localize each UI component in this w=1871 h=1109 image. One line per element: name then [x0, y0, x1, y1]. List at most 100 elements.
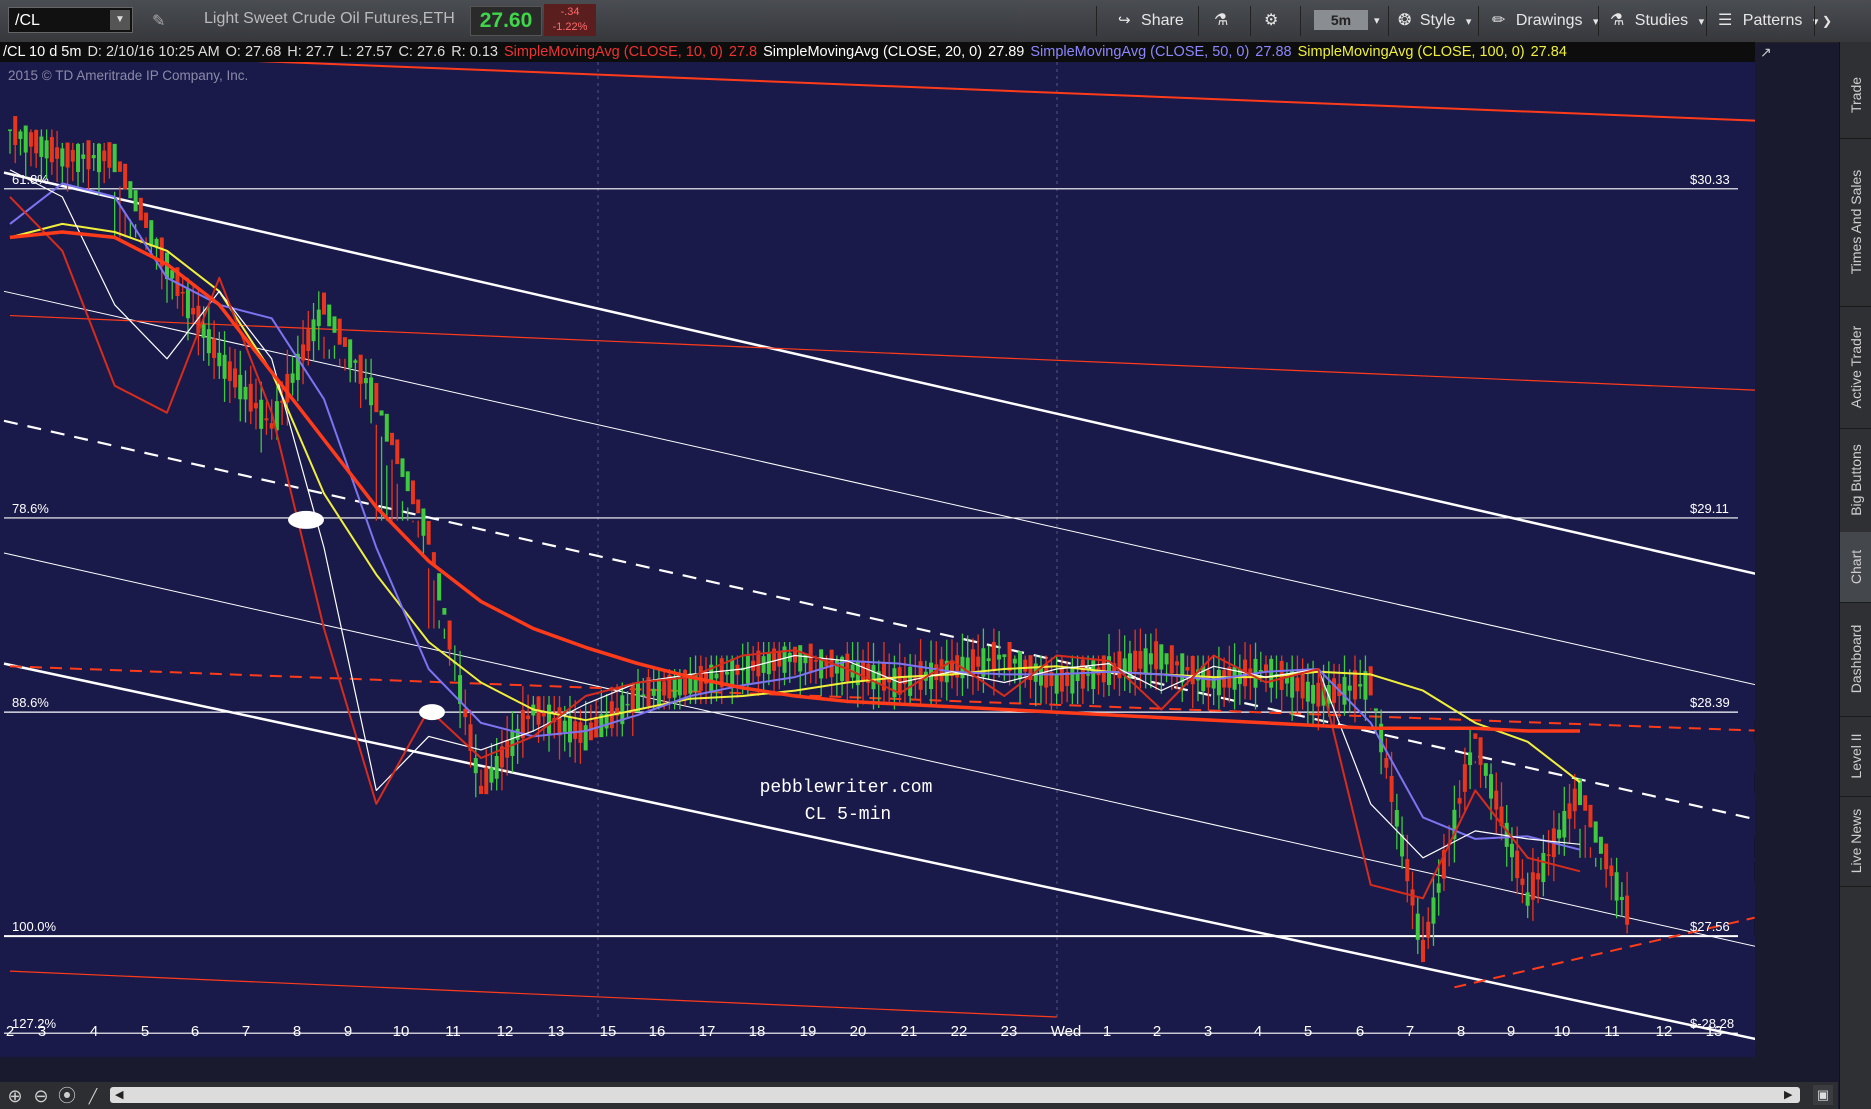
price-candle-body — [515, 728, 520, 740]
horizontal-scrollbar[interactable] — [110, 1087, 1800, 1103]
tab-times-and-sales[interactable]: Times And Sales — [1840, 138, 1871, 307]
drag-zoom-icon[interactable]: ╱ — [82, 1085, 104, 1107]
flask-icon[interactable]: ⚗ — [1214, 8, 1228, 34]
x-axis-tick-label: 8 — [293, 1023, 301, 1040]
style-label: Style — [1419, 12, 1456, 29]
price-candle-body — [1572, 788, 1577, 812]
style-button[interactable]: ❂ Style ▾ — [1398, 8, 1471, 34]
price-candle-body — [1588, 804, 1593, 828]
sma50-label[interactable]: SimpleMovingAvg (CLOSE, 50, 0) — [1027, 42, 1252, 62]
studies-button[interactable]: ⚗ Studies ▾ — [1610, 8, 1704, 34]
tab-trade[interactable]: Trade — [1840, 52, 1871, 139]
sma10-label[interactable]: SimpleMovingAvg (CLOSE, 10, 0) — [501, 42, 726, 62]
separator — [1478, 6, 1479, 36]
price-candle-body — [1059, 668, 1064, 692]
price-candle-body — [96, 143, 101, 173]
price-candle-body — [724, 671, 729, 675]
price-candle-body — [1133, 650, 1138, 672]
price-candle-body — [834, 660, 839, 674]
drawings-button[interactable]: ✏ Drawings ▾ — [1492, 8, 1599, 34]
price-chart[interactable]: 61.8% $30.33 78.6% $29.11 88.6% $28.39 100.0% $… — [0, 62, 1755, 1057]
price-candle-body — [991, 642, 996, 672]
price-candle-body — [269, 423, 274, 429]
price-candle-body — [410, 480, 415, 505]
share-icon: ↪ — [1118, 12, 1131, 29]
price-candle-body — [1148, 653, 1153, 665]
price-candle-body — [819, 649, 824, 679]
price-candle-body — [677, 677, 682, 696]
timeframe-button[interactable]: 5m — [1314, 10, 1368, 30]
collapse-icon[interactable]: ❯ — [1822, 8, 1832, 34]
price-candle-body — [526, 715, 531, 720]
studies-label: Studies — [1634, 12, 1689, 29]
scroll-left-icon[interactable]: ◀ — [115, 1087, 123, 1103]
price-candle-body — [808, 643, 813, 673]
fib-percent-label: 100.0% — [12, 919, 57, 934]
x-axis-tick-label: 20 — [850, 1023, 867, 1040]
tab-dashboard[interactable]: Dashboard — [1840, 602, 1871, 717]
separator — [1706, 6, 1707, 36]
price-candle-body — [185, 289, 190, 319]
price-candle-body — [672, 677, 677, 698]
change-box: -.34 -1.22% — [544, 4, 596, 36]
share-button[interactable]: ↪ Share — [1118, 8, 1184, 34]
symbol-dropdown-icon[interactable]: ▼ — [110, 10, 130, 30]
price-candle-body — [243, 386, 248, 400]
side-tab-panel: Trade Times And Sales Active Trader Big … — [1839, 42, 1871, 1109]
price-candle-body — [400, 458, 405, 478]
sma100-label[interactable]: SimpleMovingAvg (CLOSE, 100, 0) — [1295, 42, 1528, 62]
x-axis-tick-label: 5 — [1304, 1023, 1312, 1040]
chevron-down-icon: ▾ — [1698, 16, 1705, 28]
chevron-down-icon[interactable]: ▾ — [1374, 8, 1380, 34]
price-candle-body — [1415, 913, 1420, 940]
price-candle-body — [1295, 677, 1300, 692]
price-candle-body — [290, 373, 295, 383]
scroll-right-icon[interactable]: ▶ — [1784, 1087, 1792, 1103]
expand-panel-icon[interactable]: ▣ — [1813, 1085, 1833, 1105]
patterns-button[interactable]: ☰ Patterns ▾ — [1718, 8, 1818, 34]
plot-background — [0, 62, 1755, 1057]
tab-chart[interactable]: Chart — [1840, 532, 1871, 603]
chart-settings-icon[interactable]: ↗ — [1760, 44, 1778, 60]
tab-level-ii[interactable]: Level II — [1840, 716, 1871, 797]
price-candle-body — [227, 361, 232, 381]
price-candle-body — [986, 658, 991, 662]
marker-ellipse — [419, 704, 445, 721]
price-candle-body — [395, 439, 400, 465]
tab-level-ii-label: Level II — [1848, 733, 1864, 779]
price-candle-body — [253, 402, 258, 409]
price-candle-body — [248, 383, 253, 412]
info-symbol: /CL 10 d 5m — [3, 44, 82, 60]
tab-active-trader-label: Active Trader — [1848, 325, 1864, 409]
x-axis-tick-label: 2 — [6, 1023, 14, 1040]
symbol-input[interactable]: /CL ▼ — [8, 7, 133, 33]
price-candle-body — [437, 573, 442, 601]
price-candle-body — [1154, 641, 1159, 670]
price-candle-body — [133, 190, 138, 212]
price-candle-body — [447, 620, 452, 650]
tab-live-news[interactable]: Live News — [1840, 796, 1871, 887]
price-candle-body — [1368, 666, 1373, 696]
price-candle-body — [1389, 775, 1394, 802]
price-candle-body — [442, 608, 447, 615]
price-candle-body — [311, 319, 316, 342]
flask-icon: ⚗ — [1610, 12, 1625, 29]
price-candle-body — [23, 125, 28, 153]
style-icon: ❂ — [1398, 12, 1412, 29]
info-date: D: 2/10/16 10:25 AM — [87, 44, 220, 60]
link-icon[interactable]: ✎ — [152, 11, 165, 31]
copyright-text: 2015 © TD Ameritrade IP Company, Inc. — [8, 68, 249, 83]
gear-icon[interactable]: ⚙ — [1264, 8, 1278, 34]
price-candle-body — [583, 725, 588, 751]
fib-price-label: $30.33 — [1690, 172, 1730, 187]
fib-percent-label: 61.8% — [12, 172, 49, 187]
zoom-in-icon[interactable]: ⊕ — [4, 1085, 26, 1107]
zoom-fit-icon[interactable]: ⦿ — [56, 1085, 78, 1107]
tab-active-trader[interactable]: Active Trader — [1840, 306, 1871, 429]
price-candle-body — [49, 137, 54, 163]
price-candle-body — [897, 667, 902, 695]
zoom-out-icon[interactable]: ⊖ — [30, 1085, 52, 1107]
price-candle-body — [238, 374, 243, 400]
sma20-label[interactable]: SimpleMovingAvg (CLOSE, 20, 0) — [760, 42, 985, 62]
tab-big-buttons[interactable]: Big Buttons — [1840, 428, 1871, 533]
